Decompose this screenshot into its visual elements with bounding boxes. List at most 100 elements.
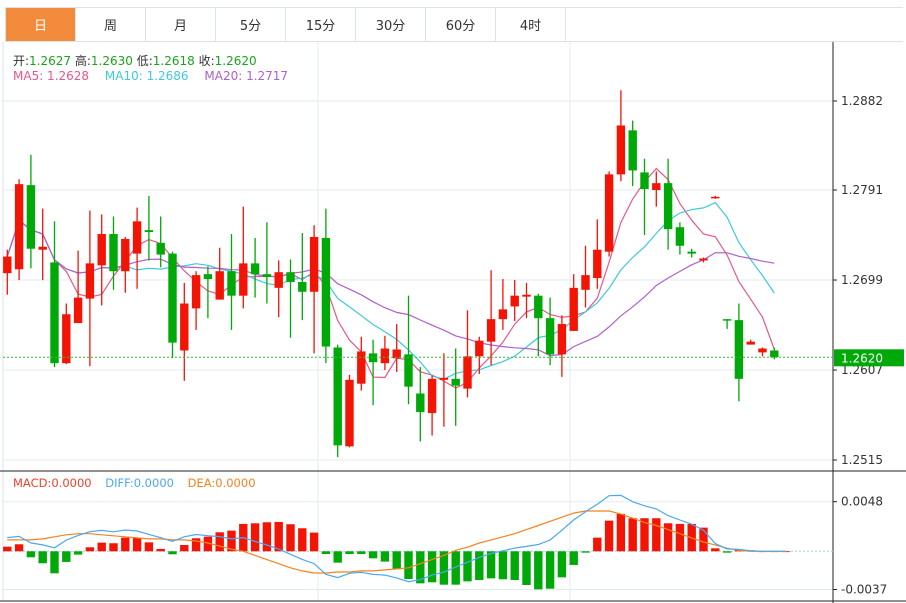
- ma-legend: MA5: 1.2628 MA10: 1.2686 MA20: 1.2717: [13, 69, 288, 83]
- macd-bar: [168, 551, 177, 555]
- macd-tick-label: -0.0037: [841, 583, 887, 597]
- macd-bar: [109, 543, 118, 552]
- diff-value: DIFF:0.0000: [105, 476, 174, 490]
- candle-body: [333, 347, 342, 446]
- candle-body: [475, 340, 484, 357]
- candle: [14, 179, 24, 281]
- candle-body: [50, 262, 59, 364]
- macd-bar: [286, 524, 295, 552]
- macd-bar: [616, 513, 626, 552]
- high-value: 1.2630: [90, 54, 133, 68]
- candle-body: [380, 348, 390, 364]
- candle: [73, 250, 83, 324]
- macd-bar: [250, 523, 260, 552]
- candle-body: [569, 287, 578, 331]
- candle-body: [239, 263, 248, 296]
- candle-body: [121, 238, 130, 272]
- macd-bar: [97, 542, 106, 552]
- candle: [215, 247, 224, 300]
- candle: [463, 310, 472, 398]
- candle: [321, 208, 331, 364]
- close-label: 收:: [198, 54, 215, 68]
- candle: [132, 207, 142, 289]
- candle: [581, 245, 590, 308]
- candle: [262, 222, 272, 304]
- candle-body: [215, 271, 224, 300]
- macd-bar: [14, 544, 24, 552]
- candle: [604, 171, 614, 257]
- candle-body: [486, 319, 496, 342]
- macd-bar: [392, 551, 401, 570]
- candle: [486, 270, 496, 366]
- macd-bar: [73, 551, 83, 555]
- candle: [85, 210, 95, 367]
- candle-body: [250, 263, 260, 275]
- candle-body: [510, 295, 519, 307]
- candle-body: [97, 234, 106, 266]
- macd-bar: [427, 551, 437, 583]
- candle-body: [309, 236, 319, 292]
- candle-body: [640, 172, 649, 190]
- macd-bar: [132, 537, 142, 552]
- macd-bar: [663, 523, 673, 552]
- candle-body: [581, 275, 590, 290]
- ma5-line: [6, 167, 775, 389]
- candle: [522, 282, 531, 319]
- candle-body: [14, 184, 24, 270]
- macd-bar: [298, 528, 307, 552]
- candle-body: [711, 196, 720, 199]
- macd-bar: [180, 544, 189, 552]
- candle-body: [687, 251, 696, 254]
- candle-body: [168, 253, 177, 343]
- candle: [439, 353, 449, 427]
- candle-body: [675, 227, 685, 246]
- candle-body: [416, 393, 425, 413]
- candle-body: [722, 319, 732, 321]
- candle-body: [758, 348, 767, 353]
- open-label: 开:: [13, 54, 30, 68]
- candle: [746, 339, 755, 345]
- macd-bar: [699, 527, 708, 552]
- macd-bar: [274, 521, 283, 552]
- candle: [168, 251, 177, 359]
- macd-bar: [711, 548, 720, 552]
- candle: [557, 315, 567, 377]
- candle: [50, 221, 59, 368]
- low-label: 低:: [136, 54, 153, 68]
- candle-body: [262, 274, 272, 278]
- candle-body: [144, 230, 154, 233]
- candle: [309, 225, 319, 354]
- macd-bar: [309, 532, 319, 552]
- candle: [227, 234, 236, 330]
- candle: [675, 222, 685, 255]
- candle-body: [227, 271, 236, 296]
- ohlc-legend: 开:1.2627 高:1.2630 低:1.2618 收:1.2620: [13, 52, 257, 69]
- macd-bar: [345, 551, 354, 554]
- candle-body: [652, 183, 661, 191]
- candle: [427, 375, 437, 436]
- macd-bar: [675, 523, 685, 552]
- candle: [26, 154, 36, 269]
- macd-bar: [475, 551, 484, 581]
- candle: [121, 236, 130, 293]
- candle-body: [62, 314, 71, 364]
- price-tick-label: 1.2791: [841, 183, 883, 197]
- candle-body: [321, 237, 331, 347]
- candle: [333, 344, 342, 458]
- candle: [569, 274, 578, 331]
- candle-body: [357, 351, 366, 384]
- macd-bar: [144, 542, 154, 552]
- macd-bar: [722, 551, 732, 553]
- price-tick-label: 1.2882: [841, 94, 883, 108]
- candle-body: [3, 256, 12, 274]
- candle: [97, 214, 106, 306]
- candle-body: [156, 242, 165, 255]
- candle: [286, 259, 295, 338]
- candle: [652, 171, 661, 207]
- macd-bar: [628, 518, 637, 552]
- candle-body: [604, 174, 614, 252]
- candle: [274, 260, 283, 318]
- candle-body: [73, 297, 83, 324]
- candle-body: [628, 130, 637, 171]
- candle: [368, 339, 378, 406]
